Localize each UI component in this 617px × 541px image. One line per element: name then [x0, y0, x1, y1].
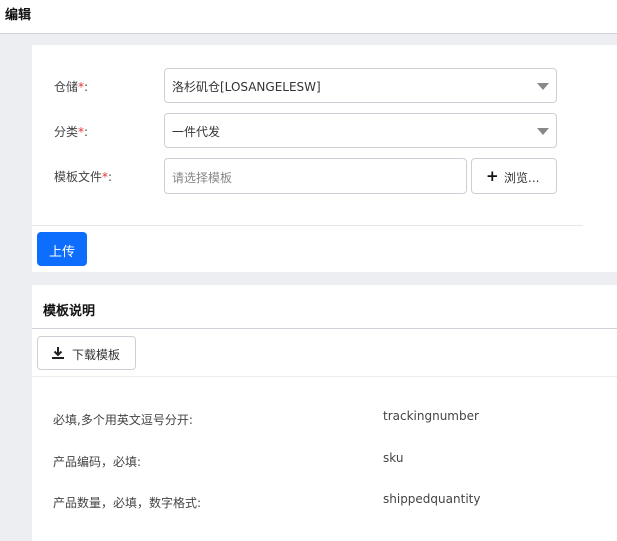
template-info-header: 模板说明 — [32, 285, 617, 329]
field-row: 必填,多个用英文逗号分开: trackingnumber — [32, 409, 617, 431]
field-name: sku — [383, 451, 404, 465]
warehouse-select[interactable]: 洛杉矶仓[LOSANGELESW] — [164, 68, 557, 103]
upload-button-label: 上传 — [49, 245, 76, 260]
template-file-row: 模板文件*: 请选择模板 + 浏览... — [32, 158, 617, 194]
category-select-value: 一件代发 — [172, 125, 221, 139]
download-icon — [52, 347, 64, 359]
template-info-card: 模板说明 下载模板 必填,多个用英文逗号分开: trackingnumber 产… — [32, 285, 617, 541]
field-name: trackingnumber — [383, 409, 479, 423]
caret-down-icon — [537, 128, 549, 135]
page-title: 编辑 — [5, 8, 32, 23]
plus-icon: + — [486, 167, 499, 185]
top-bar: 编辑 — [0, 0, 617, 34]
field-row: 产品编码，必填: sku — [32, 451, 617, 473]
browse-button[interactable]: + 浏览... — [471, 158, 557, 194]
category-row: 分类*: 一件代发 — [32, 113, 617, 149]
template-info-divider — [32, 376, 617, 377]
template-info-title: 模板说明 — [43, 304, 96, 319]
field-description: 产品数量，必填，数字格式: — [53, 496, 202, 510]
category-label: 分类*: — [54, 125, 89, 139]
field-name: shippedquantity — [383, 492, 481, 506]
warehouse-label: 仓储*: — [54, 80, 89, 94]
warehouse-row: 仓储*: 洛杉矶仓[LOSANGELESW] — [32, 68, 617, 104]
download-template-button[interactable]: 下载模板 — [37, 336, 136, 370]
template-file-label: 模板文件*: — [54, 170, 113, 184]
template-file-input[interactable]: 请选择模板 — [164, 158, 467, 194]
field-description: 产品编码，必填: — [53, 455, 142, 469]
caret-down-icon — [537, 83, 549, 90]
category-select[interactable]: 一件代发 — [164, 113, 557, 148]
browse-button-label: 浏览... — [504, 171, 540, 185]
upload-form-card: 仓储*: 洛杉矶仓[LOSANGELESW] 分类*: 一件代发 模板文件*: … — [32, 45, 617, 272]
warehouse-select-value: 洛杉矶仓[LOSANGELESW] — [172, 80, 321, 94]
field-row: 产品数量，必填，数字格式: shippedquantity — [32, 492, 617, 514]
form-divider — [32, 225, 583, 226]
download-button-label: 下载模板 — [72, 348, 121, 362]
field-description: 必填,多个用英文逗号分开: — [53, 413, 193, 427]
template-file-placeholder: 请选择模板 — [172, 171, 233, 185]
upload-button[interactable]: 上传 — [37, 232, 87, 266]
